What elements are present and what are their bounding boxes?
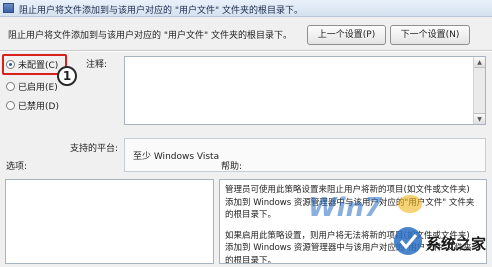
previous-setting-button[interactable]: 上一个设置(P) (307, 25, 386, 45)
header-separator (0, 50, 492, 52)
comment-textarea[interactable]: ▲ ▼ (124, 56, 486, 125)
window-title-bar: 阻止用户将文件添加到与该用户对应的 "用户文件" 文件夹的根目录下。 (0, 0, 492, 17)
radio-label: 已启用(E) (18, 83, 58, 93)
policy-icon (3, 3, 14, 13)
help-paragraph-2: 如果启用此策略设置，则用户将无法将新的项目(如文件或文件夹)添加到 Window… (225, 230, 472, 264)
platform-label: 支持的平台: (70, 144, 119, 154)
options-panel (5, 179, 214, 264)
next-setting-button[interactable]: 下一个设置(N) (390, 25, 470, 45)
help-label: 帮助: (221, 162, 243, 172)
platform-value: 至少 Windows Vista (133, 152, 220, 162)
policy-heading: 阻止用户将文件添加到与该用户对应的 "用户文件" 文件夹的根目录下。 (8, 31, 293, 41)
step-callout-badge: 1 (57, 66, 77, 86)
help-panel: 管理员可使用此策略设置来阻止用户将新的项目(如文件或文件夹)添加到 Window… (219, 179, 487, 264)
radio-button[interactable] (6, 82, 15, 91)
radio-button[interactable] (6, 101, 15, 110)
platform-value-box: 至少 Windows Vista (124, 138, 486, 172)
comment-label: 注释: (86, 60, 108, 70)
help-paragraph-1: 管理员可使用此策略设置来阻止用户将新的项目(如文件或文件夹)添加到 Window… (225, 185, 475, 220)
radio-disabled[interactable]: 已禁用(D) (6, 99, 59, 113)
options-label: 选项: (6, 162, 28, 172)
radio-label: 已禁用(D) (18, 102, 59, 112)
help-content: 管理员可使用此策略设置来阻止用户将新的项目(如文件或文件夹)添加到 Window… (225, 184, 475, 264)
scroll-down-icon[interactable]: ▼ (474, 113, 485, 124)
scroll-up-icon[interactable]: ▲ (474, 57, 485, 68)
comment-scrollbar[interactable]: ▲ ▼ (473, 57, 485, 124)
window-title: 阻止用户将文件添加到与该用户对应的 "用户文件" 文件夹的根目录下。 (19, 6, 304, 16)
radio-enabled[interactable]: 已启用(E) (6, 80, 58, 94)
